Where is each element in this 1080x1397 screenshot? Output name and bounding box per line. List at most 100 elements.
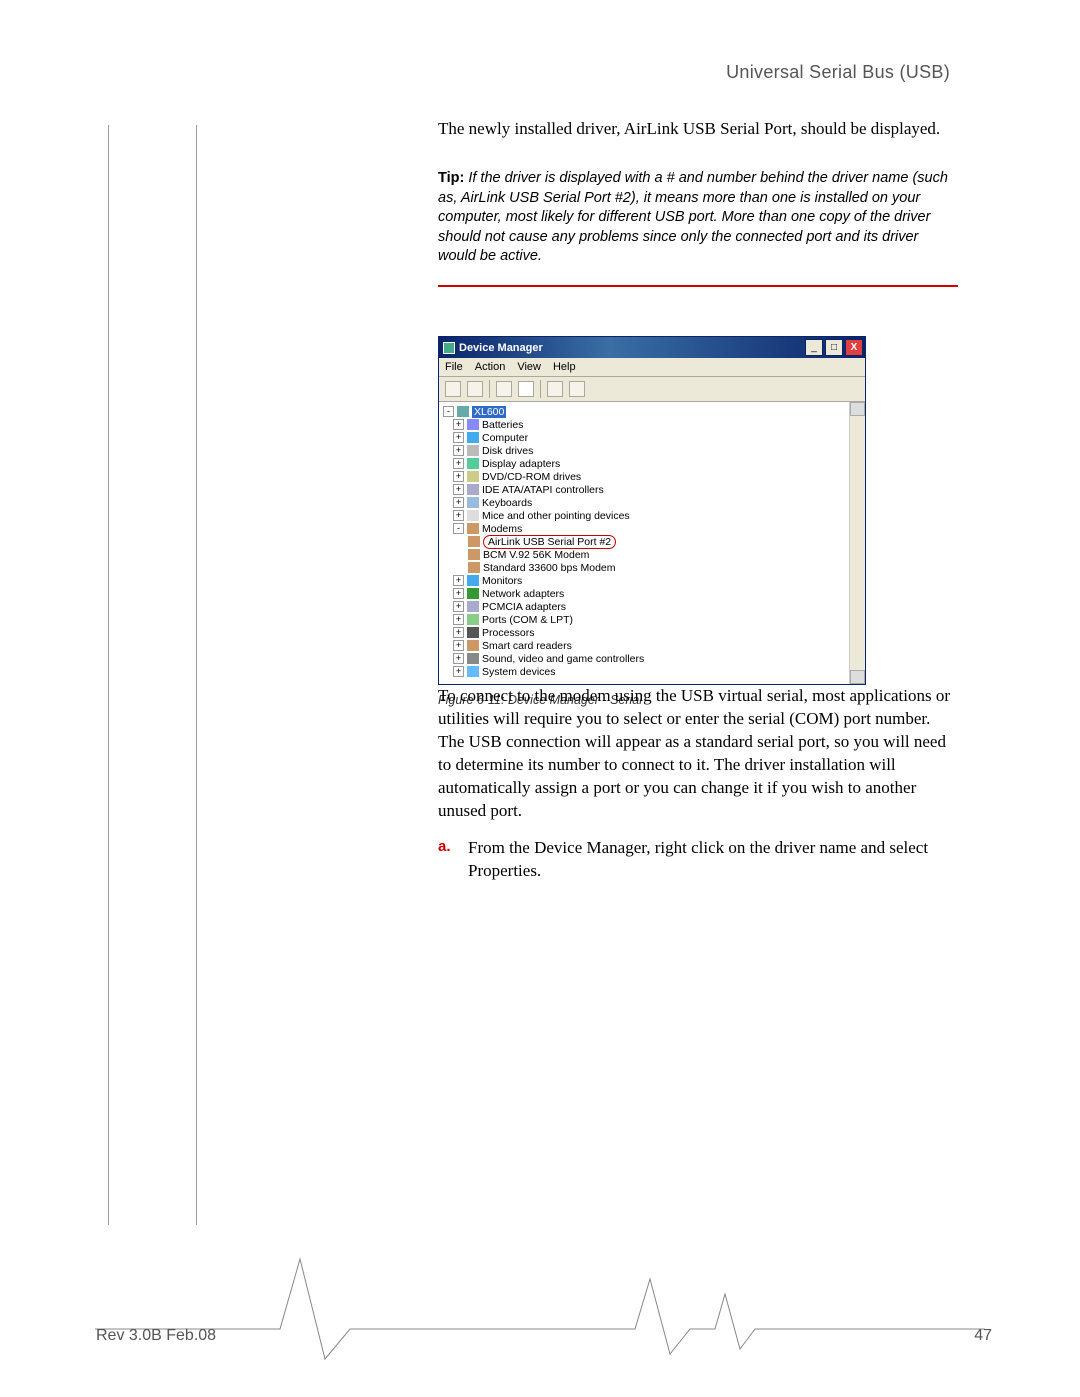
step-letter: a.	[438, 837, 456, 883]
tree-node[interactable]: + Sound, video and game controllers	[453, 652, 861, 665]
device-category-icon	[467, 575, 479, 586]
minimize-button[interactable]: _	[805, 339, 823, 356]
expander-icon[interactable]: +	[453, 666, 464, 677]
app-icon	[443, 342, 455, 354]
scroll-up-icon[interactable]	[850, 402, 865, 416]
tree-node-label: Computer	[482, 432, 528, 444]
tree-node[interactable]: + Mice and other pointing devices	[453, 509, 861, 522]
device-category-icon	[467, 640, 479, 651]
tip-text: If the driver is displayed with a # and …	[438, 170, 948, 264]
tree-leaf-label: AirLink USB Serial Port #2	[483, 535, 616, 549]
forward-icon[interactable]	[467, 381, 483, 397]
menu-action[interactable]: Action	[475, 361, 506, 373]
properties-icon[interactable]	[547, 381, 563, 397]
tree-node[interactable]: + DVD/CD-ROM drives	[453, 470, 861, 483]
expander-icon[interactable]: +	[453, 471, 464, 482]
tree-node[interactable]: - Modems	[453, 522, 861, 535]
tree-node[interactable]: +Keyboards	[453, 496, 861, 509]
expander-icon[interactable]: +	[453, 484, 464, 495]
tree-node-label: DVD/CD-ROM drives	[482, 471, 581, 483]
figure-screenshot: Device Manager _ □ X File Action View He…	[438, 336, 868, 707]
tree-node[interactable]: + Display adapters	[453, 457, 861, 470]
device-category-icon	[467, 601, 479, 612]
tree-root[interactable]: XL600	[472, 406, 506, 418]
step-a: a. From the Device Manager, right click …	[438, 837, 958, 883]
device-tree: - XL600 +Batteries+Computer+Disk drives+…	[439, 402, 865, 684]
expander-icon[interactable]: +	[453, 432, 464, 443]
window-titlebar: Device Manager _ □ X	[439, 337, 865, 358]
scroll-down-icon[interactable]	[850, 670, 865, 684]
tree-leaf-label: BCM V.92 56K Modem	[483, 549, 589, 561]
tree-node-label: PCMCIA adapters	[482, 601, 566, 613]
step-text: From the Device Manager, right click on …	[468, 837, 958, 883]
expander-icon[interactable]: -	[443, 406, 454, 417]
computer-icon	[457, 406, 469, 417]
refresh-icon[interactable]	[569, 381, 585, 397]
tree-node-label: Disk drives	[482, 445, 533, 457]
tree-node[interactable]: +Ports (COM & LPT)	[453, 613, 861, 626]
expander-icon[interactable]: +	[453, 510, 464, 521]
tree-node[interactable]: + Batteries	[453, 418, 861, 431]
tree-node[interactable]: + System devices	[453, 665, 861, 678]
print-icon[interactable]	[518, 381, 534, 397]
tree-node-label: Mice and other pointing devices	[482, 510, 630, 522]
device-category-icon	[467, 432, 479, 443]
expander-icon[interactable]: +	[453, 627, 464, 638]
paragraph-connect: To connect to the modem using the USB vi…	[438, 685, 958, 823]
back-icon[interactable]	[445, 381, 461, 397]
expander-icon[interactable]: +	[453, 419, 464, 430]
expander-icon[interactable]: +	[453, 614, 464, 625]
tree-node-label: Network adapters	[482, 588, 564, 600]
tree-node[interactable]: +Processors	[453, 626, 861, 639]
modem-icon	[468, 562, 480, 573]
tree-leaf[interactable]: BCM V.92 56K Modem	[468, 548, 861, 561]
close-button[interactable]: X	[845, 339, 863, 356]
expander-icon[interactable]: +	[453, 458, 464, 469]
expander-icon[interactable]: +	[453, 653, 464, 664]
device-category-icon	[467, 471, 479, 482]
tree-node[interactable]: +IDE ATA/ATAPI controllers	[453, 483, 861, 496]
tree-node-label: System devices	[482, 666, 556, 678]
tree-leaf[interactable]: Standard 33600 bps Modem	[468, 561, 861, 574]
tree-node-label: Modems	[482, 523, 522, 535]
tip-divider	[438, 285, 958, 287]
maximize-button[interactable]: □	[825, 339, 843, 356]
paragraph-intro: The newly installed driver, AirLink USB …	[438, 118, 958, 141]
modem-icon	[468, 536, 480, 547]
tree-node[interactable]: + Disk drives	[453, 444, 861, 457]
page-header: Universal Serial Bus (USB)	[726, 62, 950, 83]
expander-icon[interactable]: +	[453, 497, 464, 508]
tree-node[interactable]: + Monitors	[453, 574, 861, 587]
expander-icon[interactable]: +	[453, 445, 464, 456]
tree-node-label: Batteries	[482, 419, 523, 431]
device-category-icon	[467, 653, 479, 664]
expander-icon[interactable]: +	[453, 640, 464, 651]
menu-view[interactable]: View	[517, 361, 541, 373]
tree-node-label: Display adapters	[482, 458, 560, 470]
device-category-icon	[467, 614, 479, 625]
margin-rule-left	[108, 125, 109, 1225]
menu-file[interactable]: File	[445, 361, 463, 373]
tip-label: Tip:	[438, 170, 464, 186]
expander-icon[interactable]: -	[453, 523, 464, 534]
tree-node-label: Sound, video and game controllers	[482, 653, 644, 665]
device-category-icon	[467, 458, 479, 469]
device-category-icon	[467, 510, 479, 521]
expander-icon[interactable]: +	[453, 601, 464, 612]
tree-node[interactable]: + Computer	[453, 431, 861, 444]
expander-icon[interactable]: +	[453, 588, 464, 599]
scrollbar[interactable]	[849, 402, 865, 684]
tree-node[interactable]: + Network adapters	[453, 587, 861, 600]
tree-node[interactable]: +Smart card readers	[453, 639, 861, 652]
device-category-icon	[467, 588, 479, 599]
scan-icon[interactable]	[496, 381, 512, 397]
device-category-icon	[467, 445, 479, 456]
menu-help[interactable]: Help	[553, 361, 576, 373]
tree-node[interactable]: + PCMCIA adapters	[453, 600, 861, 613]
tree-leaf[interactable]: AirLink USB Serial Port #2	[468, 535, 861, 548]
margin-rule-col	[196, 125, 197, 1225]
device-category-icon	[467, 484, 479, 495]
expander-icon[interactable]: +	[453, 575, 464, 586]
toolbar	[439, 377, 865, 402]
tree-node-label: Monitors	[482, 575, 522, 587]
